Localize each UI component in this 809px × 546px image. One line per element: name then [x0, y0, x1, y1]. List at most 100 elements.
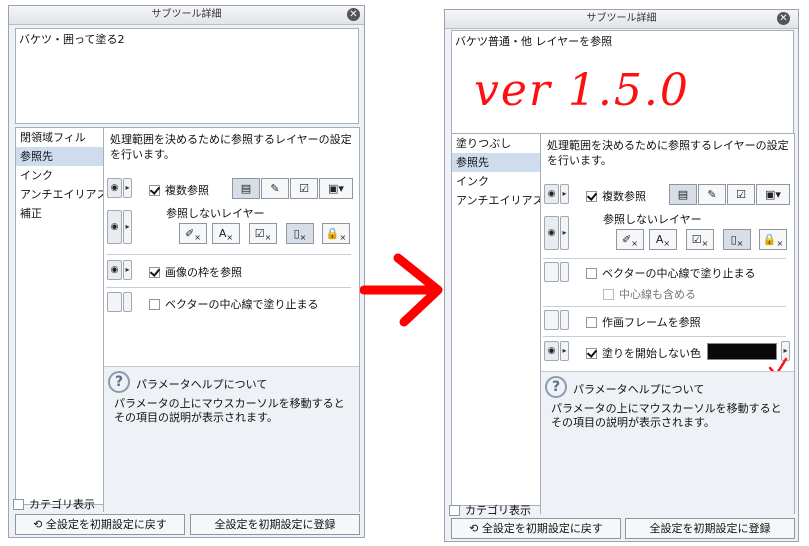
vector-center-label: ベクターの中心線で塗り止まる [602, 267, 756, 280]
right-category-toggle[interactable]: カテゴリ表示 [449, 502, 531, 518]
left-register-button[interactable]: 全設定を初期設定に登録 [190, 514, 360, 535]
checkbox-checked[interactable] [586, 190, 597, 202]
checkbox-unchecked[interactable] [586, 267, 597, 279]
exclude-ref-layer-icon[interactable]: ☑× [249, 223, 277, 244]
left-reset-button[interactable]: ⟲ 全設定を初期設定に戻す [15, 514, 185, 535]
image-frame-label: 画像の枠を参照 [165, 266, 242, 279]
right-multi-ref-row: ◉ ▸ ◉ ▸ 複数参照 ▤ ✎ ☑ ▣▾ 参照しないレイヤー ✐× A× ☑×… [541, 180, 794, 254]
right-category-item[interactable]: アンチエイリアス [452, 191, 544, 210]
eye-icon[interactable]: ◉ [544, 216, 559, 250]
red-arrow-annotation [360, 253, 443, 327]
expand-arrow-icon[interactable]: ▸ [123, 210, 132, 244]
frame-option[interactable]: 作画フレームを参照 [586, 314, 701, 330]
ref-selected-layer-icon[interactable]: ☑ [290, 178, 318, 199]
left-category-toggle[interactable]: カテゴリ表示 [13, 496, 95, 512]
right-title-bar: サブツール詳細 ✕ [445, 10, 798, 29]
help-title: パラメータヘルプについて [136, 378, 268, 391]
left-category-checkbox[interactable] [13, 498, 24, 510]
eye-icon[interactable]: ◉ [544, 341, 559, 361]
divider [106, 254, 351, 255]
expand-arrow-icon[interactable] [560, 262, 569, 282]
exclude-ref-layer-icon[interactable]: ☑× [686, 229, 714, 250]
ref-edit-layer-icon[interactable]: ✎ [698, 184, 726, 205]
right-vector-center-row: ベクターの中心線で塗り止まる 中心線も含める [541, 260, 794, 304]
checkbox-checked[interactable] [149, 184, 160, 196]
ref-layer-all-icon[interactable]: ▤ [232, 178, 260, 199]
right-multi-ref-option[interactable]: 複数参照 [586, 188, 646, 204]
version-annotation: ver 1.5.0 [474, 65, 690, 116]
include-center-option[interactable]: 中心線も含める [603, 286, 696, 302]
reset-icon: ⟲ [33, 518, 43, 531]
expand-arrow-icon[interactable]: ▸ [560, 184, 569, 204]
left-multi-ref-row: ◉ ▸ ◉ ▸ 複数参照 ▤ ✎ ☑ ▣▾ 参照しないレイヤー ✐× A× ☑×… [104, 174, 359, 248]
eye-icon[interactable]: ◉ [107, 260, 122, 280]
right-settings-area: 処理範囲を決めるために参照するレイヤーの設定を行います。 ◉ ▸ ◉ ▸ 複数参… [540, 133, 795, 515]
exclude-draft-layer-icon[interactable]: ✐× [179, 223, 207, 244]
right-close-icon[interactable]: ✕ [777, 12, 790, 25]
exclude-text-layer-icon[interactable]: A× [649, 229, 677, 250]
eye-placeholder[interactable] [544, 262, 559, 282]
right-category-checkbox[interactable] [449, 504, 460, 516]
exclude-locked-layer-icon[interactable]: 🔒× [322, 223, 350, 244]
checkbox-unchecked[interactable] [603, 288, 614, 300]
frame-label: 作画フレームを参照 [602, 316, 701, 329]
exclude-text-layer-icon[interactable]: A× [212, 223, 240, 244]
right-tool-name-box: バケツ普通・他 レイヤーを参照 ver 1.5.0 [451, 30, 794, 134]
no-fill-color-label: 塗りを開始しない色 [602, 347, 701, 360]
help-icon: ? [108, 371, 130, 393]
left-close-icon[interactable]: ✕ [347, 8, 360, 21]
vector-center-option[interactable]: ベクターの中心線で塗り止まる [586, 265, 756, 281]
checkbox-unchecked[interactable] [586, 316, 597, 328]
divider [543, 336, 786, 337]
left-category-item-selected[interactable]: 参照先 [16, 147, 105, 166]
ref-layer-all-icon[interactable]: ▤ [669, 184, 697, 205]
checkbox-unchecked[interactable] [149, 298, 160, 310]
vector-center-option[interactable]: ベクターの中心線で塗り止まる [149, 296, 319, 312]
left-tool-name-box: バケツ・囲って塗る2 [15, 28, 359, 124]
checkbox-checked[interactable] [149, 266, 160, 278]
eye-placeholder[interactable] [544, 310, 559, 330]
ref-selected-layer-icon[interactable]: ☑ [727, 184, 755, 205]
ref-folder-icon[interactable]: ▣▾ [756, 184, 790, 205]
checkbox-checked[interactable] [586, 347, 597, 359]
multi-ref-label: 複数参照 [602, 190, 646, 203]
exclude-paper-layer-icon[interactable]: ▯× [723, 229, 751, 250]
left-category-item[interactable]: アンチエイリアス [16, 185, 108, 204]
expand-arrow-icon[interactable] [560, 310, 569, 330]
eye-placeholder[interactable] [107, 292, 122, 312]
eye-icon[interactable]: ◉ [544, 184, 559, 204]
left-category-item[interactable]: 閉領域フィル [16, 128, 105, 147]
expand-arrow-icon[interactable]: ▸ [560, 216, 569, 250]
expand-arrow-icon[interactable]: ▸ [560, 341, 569, 361]
expand-arrow-icon[interactable]: ▸ [123, 260, 132, 280]
right-register-button[interactable]: 全設定を初期設定に登録 [625, 518, 795, 539]
left-multi-ref-option[interactable]: 複数参照 [149, 182, 209, 198]
left-subtool-detail-panel: サブツール詳細 ✕ バケツ・囲って塗る2 閉領域フィル 参照先 インク アンチエ… [8, 5, 365, 538]
exclude-layers-label: 参照しないレイヤー [603, 213, 702, 226]
no-fill-color-option[interactable]: 塗りを開始しない色 [586, 345, 701, 361]
ref-edit-layer-icon[interactable]: ✎ [261, 178, 289, 199]
left-title-bar: サブツール詳細 ✕ [9, 6, 364, 25]
right-category-toggle-label: カテゴリ表示 [465, 504, 531, 517]
exclude-paper-layer-icon[interactable]: ▯× [286, 223, 314, 244]
right-category-item[interactable]: 塗りつぶし [452, 134, 541, 153]
left-category-item[interactable]: 補正 [16, 204, 105, 223]
expand-arrow-icon[interactable]: ▸ [123, 178, 132, 198]
expand-arrow-icon[interactable] [123, 292, 132, 312]
help-text: パラメータの上にマウスカーソルを移動するとその項目の説明が表示されます。 [551, 402, 782, 429]
right-description: 処理範囲を決めるために参照するレイヤーの設定を行います。 [547, 139, 789, 167]
right-category-item[interactable]: インク [452, 172, 541, 191]
left-category-list: 閉領域フィル 参照先 インク アンチエイリアス 補正 [15, 127, 108, 505]
ref-folder-icon[interactable]: ▣▾ [319, 178, 353, 199]
right-reset-button[interactable]: ⟲ 全設定を初期設定に戻す [451, 518, 621, 539]
image-frame-option[interactable]: 画像の枠を参照 [149, 264, 242, 280]
exclude-draft-layer-icon[interactable]: ✐× [616, 229, 644, 250]
exclude-locked-layer-icon[interactable]: 🔒× [759, 229, 787, 250]
eye-icon[interactable]: ◉ [107, 178, 122, 198]
right-category-item-selected[interactable]: 参照先 [452, 153, 541, 172]
exclude-layers-label: 参照しないレイヤー [166, 207, 265, 220]
right-frame-row: 作画フレームを参照 [541, 308, 794, 334]
reset-button-label: 全設定を初期設定に戻す [45, 518, 167, 531]
eye-icon[interactable]: ◉ [107, 210, 122, 244]
left-category-item[interactable]: インク [16, 166, 105, 185]
